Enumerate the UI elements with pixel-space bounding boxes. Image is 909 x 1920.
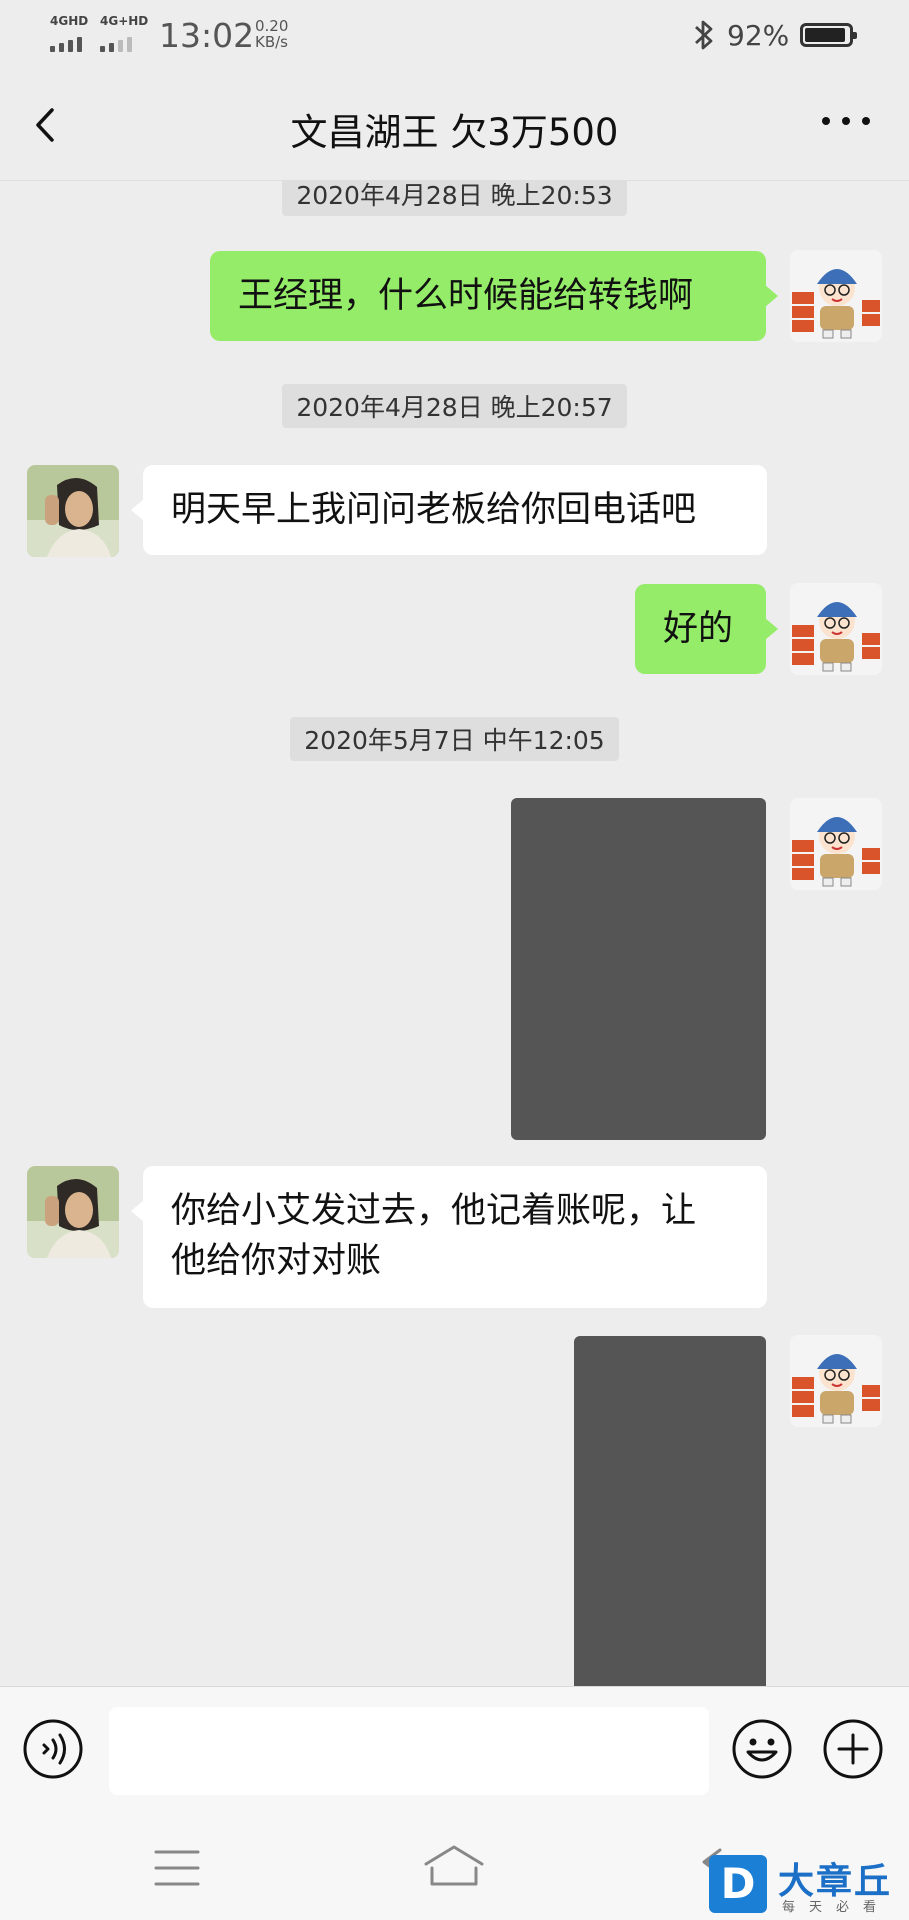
signal-2-label: 4G+HD	[100, 14, 149, 28]
timestamp-label: 2020年4月28日 晚上20:57	[282, 384, 627, 428]
bluetooth-icon	[695, 20, 713, 50]
watermark-logo: D 大章丘 每天必看	[706, 1852, 909, 1920]
contact-photo-avatar-image	[27, 1166, 119, 1258]
chat-header: 文昌湖王 欠3万500	[0, 72, 909, 181]
more-horizontal-icon[interactable]	[818, 112, 874, 132]
avatar[interactable]	[27, 465, 119, 557]
status-bar: 4GHD 4G+HD 13:02 0.20 KB/s 92%	[0, 0, 909, 72]
network-speed-unit: KB/s	[255, 33, 288, 51]
input-bar	[0, 1686, 909, 1805]
avatar[interactable]	[790, 798, 882, 890]
timestamp: 2020年4月28日 晚上20:57	[0, 384, 909, 428]
avatar[interactable]	[27, 1166, 119, 1258]
clock: 13:02	[159, 16, 255, 55]
message-bubble-sent[interactable]: 好的	[635, 584, 778, 674]
image-message[interactable]	[574, 1336, 766, 1686]
network-speed: 0.20 KB/s	[255, 18, 288, 50]
timestamp-label: 2020年4月28日 晚上20:53	[282, 181, 627, 216]
network-speed-value: 0.20	[255, 17, 289, 35]
chat-title: 文昌湖王 欠3万500	[290, 111, 619, 154]
battery-icon	[800, 23, 857, 47]
signal-bars-icon	[50, 36, 90, 52]
message-text: 明天早上我问问老板给你回电话吧	[171, 490, 697, 530]
timestamp: 2020年4月28日 晚上20:53	[0, 181, 909, 216]
home-icon[interactable]	[422, 1844, 486, 1888]
menu-icon[interactable]	[154, 1848, 200, 1888]
watermark-tagline: 每天必看	[782, 1900, 891, 1915]
message-text: 好的	[663, 609, 734, 649]
message-bubble-received[interactable]: 明天早上我问问老板给你回电话吧	[131, 465, 767, 555]
message-list[interactable]: 2020年4月28日 晚上20:53 王经理，什么时候能给转钱啊 2020年4月…	[0, 181, 909, 1686]
message-text-line: 他给你对对账	[171, 1241, 382, 1281]
plus-icon[interactable]	[822, 1718, 884, 1780]
cartoon-boy-avatar-image	[790, 798, 882, 890]
signal-bars-icon	[100, 36, 140, 52]
message-text-line: 你给小艾发过去，他记着账呢，让	[171, 1191, 697, 1231]
timestamp: 2020年5月7日 中午12:05	[0, 717, 909, 761]
avatar[interactable]	[790, 583, 882, 675]
message-bubble-received[interactable]: 你给小艾发过去，他记着账呢，让 他给你对对账	[131, 1166, 767, 1308]
signal-1-label: 4GHD	[50, 14, 89, 28]
battery-fill	[805, 28, 845, 42]
battery-percent: 92%	[727, 19, 790, 52]
message-bubble-sent[interactable]: 王经理，什么时候能给转钱啊	[210, 251, 778, 341]
cartoon-boy-avatar-image	[790, 1335, 882, 1427]
avatar[interactable]	[790, 250, 882, 342]
avatar[interactable]	[790, 1335, 882, 1427]
watermark-logo-letter: D	[709, 1855, 767, 1913]
message-text: 王经理，什么时候能给转钱啊	[238, 276, 694, 316]
contact-photo-avatar-image	[27, 465, 119, 557]
voice-icon[interactable]	[22, 1718, 84, 1780]
timestamp-label: 2020年5月7日 中午12:05	[290, 717, 619, 761]
cartoon-boy-avatar-image	[790, 250, 882, 342]
emoji-icon[interactable]	[731, 1718, 793, 1780]
image-message[interactable]	[511, 798, 766, 1140]
cartoon-boy-avatar-image	[790, 583, 882, 675]
message-input[interactable]	[109, 1707, 709, 1795]
